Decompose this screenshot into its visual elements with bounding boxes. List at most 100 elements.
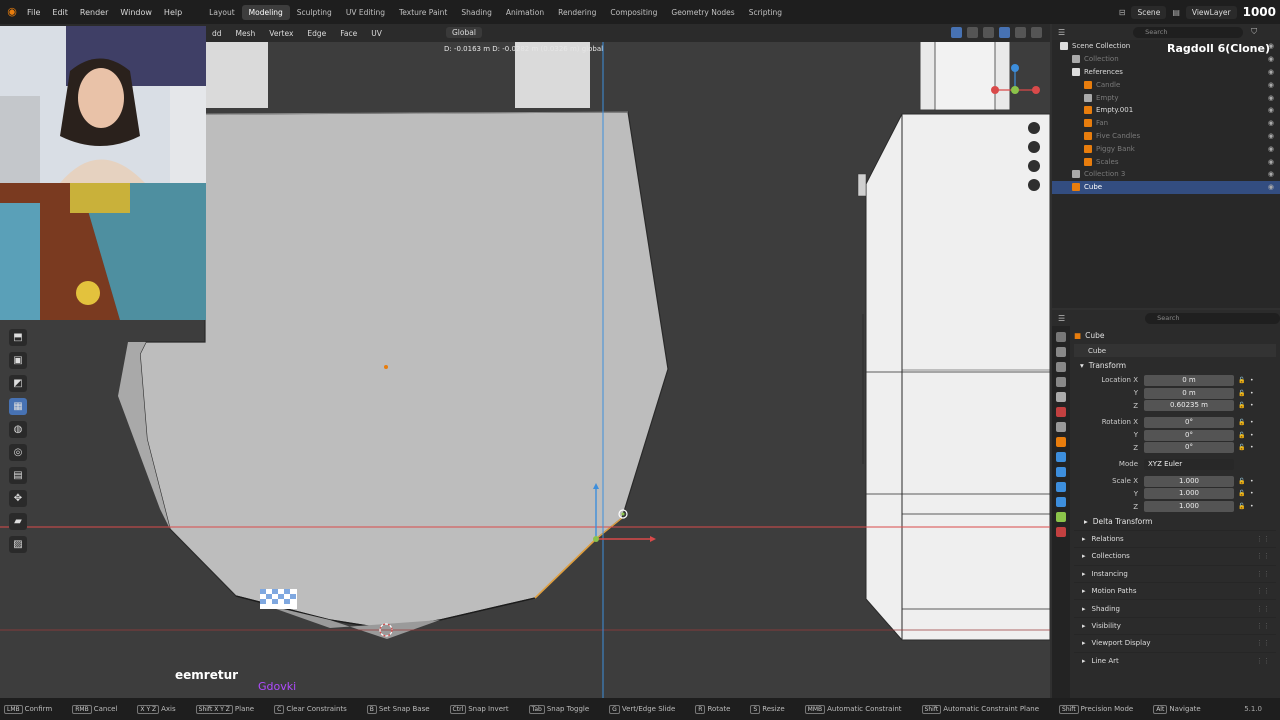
outliner-item[interactable]: Collection 3 ◉ <box>1052 168 1280 181</box>
section-collections[interactable]: ▸ Collections ⋮⋮ <box>1074 547 1276 564</box>
output-tab-icon[interactable] <box>1056 362 1066 372</box>
orientation-dropdown[interactable]: Global <box>446 27 482 38</box>
visibility-eye-icon[interactable]: ◉ <box>1268 68 1274 76</box>
visibility-eye-icon[interactable]: ◉ <box>1268 106 1274 114</box>
section-relations[interactable]: ▸ Relations ⋮⋮ <box>1074 529 1276 547</box>
workspace-tab-animation[interactable]: Animation <box>499 5 551 20</box>
drag-handle-icon[interactable]: ⋮⋮ <box>1256 570 1270 578</box>
visibility-eye-icon[interactable]: ◉ <box>1268 183 1274 191</box>
workspace-tab-geometry-nodes[interactable]: Geometry Nodes <box>664 5 741 20</box>
viewport-shading-icons[interactable] <box>951 27 1042 38</box>
extrude-tool-icon[interactable]: ⬒ <box>9 329 27 346</box>
tool-tab-icon[interactable] <box>1056 332 1066 342</box>
bevel-tool-icon[interactable]: ◩ <box>9 375 27 392</box>
outliner-item[interactable]: Piggy Bank ◉ <box>1052 142 1280 155</box>
visibility-eye-icon[interactable]: ◉ <box>1268 81 1274 89</box>
keyframe-dot-icon[interactable]: • <box>1250 503 1258 510</box>
transform-value-field[interactable]: 0° <box>1144 429 1234 441</box>
outliner-item[interactable]: Candle ◉ <box>1052 78 1280 91</box>
drag-handle-icon[interactable]: ⋮⋮ <box>1256 605 1270 613</box>
section-visibility[interactable]: ▸ Visibility ⋮⋮ <box>1074 616 1276 634</box>
workspace-tab-uv-editing[interactable]: UV Editing <box>339 5 392 20</box>
scene-tab-icon[interactable] <box>1056 392 1066 402</box>
lock-icon[interactable]: 🔓 <box>1234 444 1250 451</box>
collection-tab-icon[interactable] <box>1056 422 1066 432</box>
object-data-name-field[interactable]: Cube <box>1074 344 1276 357</box>
editor-type-icon[interactable]: ☰ <box>1058 314 1065 323</box>
visibility-eye-icon[interactable]: ◉ <box>1268 55 1274 63</box>
section-instancing[interactable]: ▸ Instancing ⋮⋮ <box>1074 564 1276 582</box>
viewport-menu-dd[interactable]: dd <box>205 29 229 38</box>
menu-edit[interactable]: Edit <box>46 8 74 17</box>
outliner-item[interactable]: Cube ◉ <box>1052 180 1280 194</box>
world-tab-icon[interactable] <box>1056 407 1066 417</box>
view-layer-selector[interactable]: ViewLayer <box>1185 5 1237 19</box>
delta-transform-section[interactable]: ▸ Delta Transform <box>1074 513 1276 530</box>
section-motion-paths[interactable]: ▸ Motion Paths ⋮⋮ <box>1074 582 1276 599</box>
transform-value-field[interactable]: 0.60235 m <box>1144 400 1234 412</box>
editor-type-icon[interactable]: ☰ <box>1058 28 1065 37</box>
modifier-tab-icon[interactable] <box>1056 452 1066 462</box>
visibility-eye-icon[interactable]: ◉ <box>1268 94 1274 102</box>
outliner-item[interactable]: References ◉ <box>1052 66 1280 79</box>
workspace-tab-rendering[interactable]: Rendering <box>551 5 603 20</box>
menu-file[interactable]: File <box>21 8 46 17</box>
object-name[interactable]: Cube <box>1085 331 1104 340</box>
rotation-mode-dropdown[interactable]: XYZ Euler <box>1144 458 1234 470</box>
scene-selector[interactable]: Scene <box>1131 5 1167 19</box>
transform-value-field[interactable]: 0° <box>1144 416 1234 428</box>
lock-icon[interactable]: 🔓 <box>1234 390 1250 397</box>
workspace-tab-sculpting[interactable]: Sculpting <box>290 5 339 20</box>
outliner-item[interactable]: Empty ◉ <box>1052 91 1280 104</box>
keyframe-dot-icon[interactable]: • <box>1250 402 1258 409</box>
shrink-tool-icon[interactable]: ▨ <box>9 536 27 553</box>
drag-handle-icon[interactable]: ⋮⋮ <box>1256 657 1270 665</box>
object-tab-icon[interactable] <box>1056 437 1066 447</box>
transform-section[interactable]: ▾ Transform <box>1074 357 1276 374</box>
keyframe-dot-icon[interactable]: • <box>1250 419 1258 426</box>
viewport-menu-uv[interactable]: UV <box>364 29 389 38</box>
lock-icon[interactable]: 🔓 <box>1234 377 1250 384</box>
render-tab-icon[interactable] <box>1056 347 1066 357</box>
lock-icon[interactable]: 🔓 <box>1234 432 1250 439</box>
section-viewport-display[interactable]: ▸ Viewport Display ⋮⋮ <box>1074 634 1276 651</box>
transform-value-field[interactable]: 0 m <box>1144 387 1234 399</box>
visibility-eye-icon[interactable]: ◉ <box>1268 170 1274 178</box>
section-shading[interactable]: ▸ Shading ⋮⋮ <box>1074 599 1276 616</box>
outliner-search[interactable]: Search <box>1133 26 1244 38</box>
outliner-item[interactable]: Scales ◉ <box>1052 155 1280 168</box>
filter-icon[interactable]: ⛉ <box>1251 27 1257 37</box>
inset-tool-icon[interactable]: ▣ <box>9 352 27 369</box>
blender-logo-icon[interactable]: ◉ <box>3 5 21 19</box>
workspace-tab-layout[interactable]: Layout <box>202 5 242 20</box>
scale-value-field[interactable]: 1.000 <box>1144 475 1234 487</box>
drag-handle-icon[interactable]: ⋮⋮ <box>1256 622 1270 630</box>
lock-icon[interactable]: 🔓 <box>1234 419 1250 426</box>
physics-tab-icon[interactable] <box>1056 482 1066 492</box>
viewport-menu-vertex[interactable]: Vertex <box>262 29 300 38</box>
workspace-tab-texture-paint[interactable]: Texture Paint <box>392 5 454 20</box>
properties-search[interactable]: Search <box>1145 312 1280 324</box>
constraints-tab-icon[interactable] <box>1056 497 1066 507</box>
keyframe-dot-icon[interactable]: • <box>1250 432 1258 439</box>
section-line-art[interactable]: ▸ Line Art ⋮⋮ <box>1074 651 1276 669</box>
knife-tool-icon[interactable]: ◍ <box>9 421 27 438</box>
workspace-tab-compositing[interactable]: Compositing <box>603 5 664 20</box>
drag-handle-icon[interactable]: ⋮⋮ <box>1256 552 1270 560</box>
keyframe-dot-icon[interactable]: • <box>1250 444 1258 451</box>
lock-icon[interactable]: 🔓 <box>1234 478 1250 485</box>
workspace-tab-scripting[interactable]: Scripting <box>742 5 789 20</box>
particles-tab-icon[interactable] <box>1056 467 1066 477</box>
spin-tool-icon[interactable]: ▤ <box>9 467 27 484</box>
lock-icon[interactable]: 🔓 <box>1234 490 1250 497</box>
viewport-menu-face[interactable]: Face <box>333 29 364 38</box>
visibility-eye-icon[interactable]: ◉ <box>1268 158 1274 166</box>
edge-slide-tool-icon[interactable]: ▰ <box>9 513 27 530</box>
workspace-tab-shading[interactable]: Shading <box>454 5 498 20</box>
scale-value-field[interactable]: 1.000 <box>1144 488 1234 500</box>
menu-help[interactable]: Help <box>158 8 188 17</box>
viewport-menu-edge[interactable]: Edge <box>300 29 333 38</box>
keyframe-dot-icon[interactable]: • <box>1250 390 1258 397</box>
loop-cut-tool-icon[interactable]: ▦ <box>9 398 27 415</box>
keyframe-dot-icon[interactable]: • <box>1250 377 1258 384</box>
